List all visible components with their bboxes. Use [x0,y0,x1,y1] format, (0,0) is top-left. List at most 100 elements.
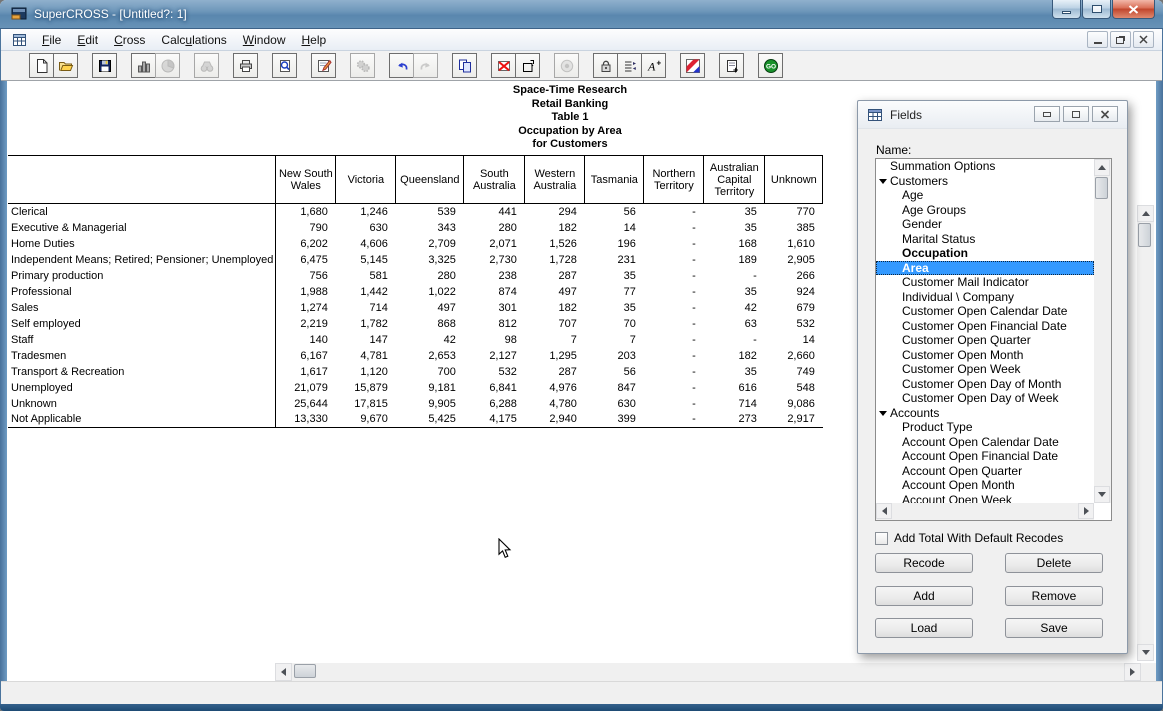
redo-button[interactable] [413,53,438,78]
data-cell[interactable]: - [644,364,704,380]
data-cell[interactable]: 343 [396,220,464,236]
field-item-account-open-month[interactable]: Account Open Month [876,478,1094,493]
field-item-customer-open-calendar-date[interactable]: Customer Open Calendar Date [876,304,1094,319]
go-button[interactable]: GO [758,53,783,78]
data-cell[interactable]: 9,670 [336,412,396,428]
data-cell[interactable]: 714 [336,300,396,316]
stop-button[interactable] [554,53,579,78]
data-cell[interactable]: - [644,284,704,300]
data-cell[interactable]: 4,606 [336,236,396,252]
print-preview-button[interactable] [272,53,297,78]
field-item-gender[interactable]: Gender [876,217,1094,232]
data-cell[interactable]: 385 [765,220,823,236]
data-cell[interactable]: 616 [704,380,765,396]
data-cell[interactable]: 4,781 [336,348,396,364]
data-cell[interactable]: 1,442 [336,284,396,300]
row-header[interactable]: Tradesmen [8,348,276,364]
vertical-scrollbar-thumb[interactable] [1138,223,1151,247]
data-cell[interactable]: 98 [464,332,525,348]
data-cell[interactable]: 63 [704,316,765,332]
horizontal-scrollbar[interactable] [275,663,1141,681]
data-cell[interactable]: 1,120 [336,364,396,380]
data-cell[interactable]: - [644,252,704,268]
data-cell[interactable]: 2,905 [765,252,823,268]
mdi-close-button[interactable] [1133,31,1154,48]
data-cell[interactable]: 581 [336,268,396,284]
menu-file[interactable]: File [34,30,69,50]
minimize-button[interactable] [1052,0,1081,19]
vertical-scrollbar[interactable] [1137,205,1154,661]
field-item-customer-open-day-of-month[interactable]: Customer Open Day of Month [876,377,1094,392]
edit-table-button[interactable] [311,53,336,78]
add-button[interactable]: Add [875,586,973,606]
scroll-down-button[interactable] [1137,644,1154,661]
data-cell[interactable]: 17,815 [336,396,396,412]
data-cell[interactable]: 6,167 [276,348,336,364]
row-header[interactable]: Home Duties [8,236,276,252]
data-cell[interactable]: 812 [464,316,525,332]
data-cell[interactable]: - [644,236,704,252]
close-button[interactable] [1112,0,1155,19]
copy-button[interactable] [452,53,477,78]
data-cell[interactable]: 231 [585,252,644,268]
data-cell[interactable]: 280 [396,268,464,284]
data-cell[interactable]: 700 [396,364,464,380]
remove-button[interactable]: Remove [1005,586,1103,606]
data-cell[interactable]: 196 [585,236,644,252]
pie-chart-button[interactable] [155,53,180,78]
data-cell[interactable]: 1,728 [525,252,585,268]
field-item-customer-open-week[interactable]: Customer Open Week [876,362,1094,377]
collapse-triangle-icon[interactable] [879,179,887,184]
data-cell[interactable]: 1,782 [336,316,396,332]
data-cell[interactable]: 189 [704,252,765,268]
data-cell[interactable]: 14 [765,332,823,348]
data-cell[interactable]: 532 [464,364,525,380]
data-cell[interactable]: 182 [525,300,585,316]
add-total-checkbox[interactable] [875,532,888,545]
field-item-account-open-calendar-date[interactable]: Account Open Calendar Date [876,435,1094,450]
field-item-age[interactable]: Age [876,188,1094,203]
row-header[interactable]: Professional [8,284,276,300]
lock-button[interactable] [593,53,618,78]
row-header[interactable]: Self employed [8,316,276,332]
maximize-button[interactable] [1082,0,1111,19]
data-cell[interactable]: 266 [765,268,823,284]
data-cell[interactable]: 6,288 [464,396,525,412]
column-header[interactable]: New South Wales [276,156,336,204]
field-item-account-open-quarter[interactable]: Account Open Quarter [876,464,1094,479]
data-cell[interactable]: 441 [464,204,525,220]
data-cell[interactable]: - [644,332,704,348]
data-cell[interactable]: 7 [585,332,644,348]
data-cell[interactable]: 497 [525,284,585,300]
column-header[interactable]: Queensland [396,156,464,204]
field-item-account-open-week[interactable]: Account Open Week [876,493,1094,504]
data-cell[interactable]: 1,610 [765,236,823,252]
data-cell[interactable]: 56 [585,204,644,220]
row-header[interactable]: Transport & Recreation [8,364,276,380]
data-cell[interactable]: 9,086 [765,396,823,412]
data-cell[interactable]: - [644,204,704,220]
data-cell[interactable]: 1,295 [525,348,585,364]
print-button[interactable] [233,53,258,78]
data-cell[interactable]: 756 [276,268,336,284]
field-item-summation-options[interactable]: Summation Options [876,159,1094,174]
dialog-maximize-button[interactable] [1063,106,1089,122]
data-cell[interactable]: 35 [704,204,765,220]
field-item-customer-open-day-of-week[interactable]: Customer Open Day of Week [876,391,1094,406]
field-item-marital-status[interactable]: Marital Status [876,232,1094,247]
corner-header-cell[interactable] [8,156,276,204]
field-item-customers[interactable]: Customers [876,174,1094,189]
data-cell[interactable]: 77 [585,284,644,300]
colours-button[interactable] [680,53,705,78]
data-cell[interactable]: 497 [396,300,464,316]
data-cell[interactable]: 714 [704,396,765,412]
data-cell[interactable]: - [644,268,704,284]
data-cell[interactable]: 35 [585,300,644,316]
row-header[interactable]: Primary production [8,268,276,284]
data-cell[interactable]: 790 [276,220,336,236]
data-cell[interactable]: 35 [585,268,644,284]
data-cell[interactable]: 1,988 [276,284,336,300]
field-list-scroll-right-button[interactable] [1078,503,1094,519]
data-cell[interactable]: - [644,412,704,428]
data-cell[interactable]: 1,680 [276,204,336,220]
